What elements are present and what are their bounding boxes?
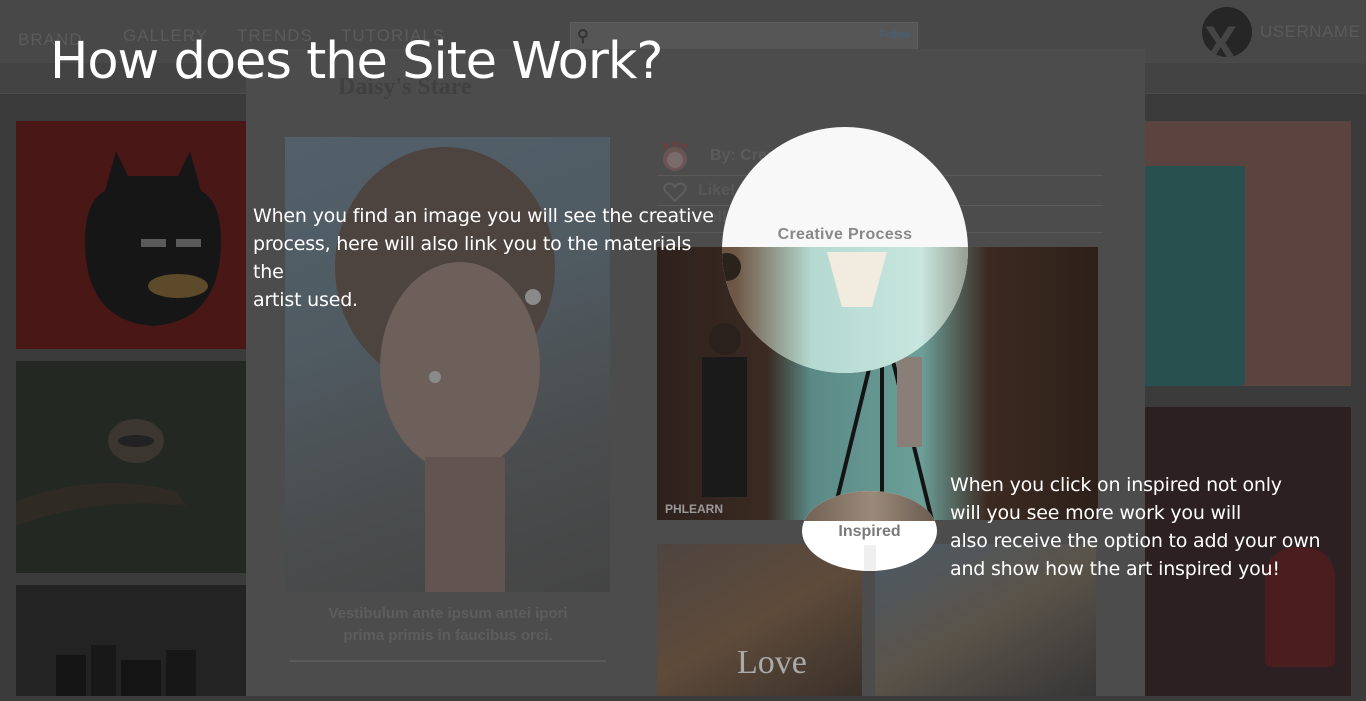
gallery-tile-phone[interactable] [1145, 121, 1351, 386]
gallery-tile-city[interactable] [16, 585, 246, 696]
gallery-tile-raccoon[interactable] [16, 361, 246, 573]
caption-divider [289, 660, 606, 662]
inspired-thumbnail-1[interactable]: Love [657, 544, 862, 696]
inspired-label[interactable]: Inspired [802, 523, 937, 541]
spotlight-studio-photo [722, 247, 968, 373]
creative-process-note: When you find an image you will see the … [253, 205, 714, 311]
phone-screen-image [1145, 166, 1245, 386]
heart-icon[interactable] [663, 181, 687, 203]
creative-process-label[interactable]: Creative Process [722, 226, 968, 244]
gallery-tile-batman[interactable] [16, 121, 246, 349]
search-follow-link[interactable]: Follow [879, 29, 911, 41]
inspired-note: When you click on inspired not only will… [950, 474, 1321, 580]
tutorial-headline: How does the Site Work? [50, 32, 663, 91]
artwork-caption: Vestibulum ante ipsum antei ipori prima … [290, 603, 606, 647]
raccoon-image [16, 419, 186, 526]
thumbnail-love-text: Love [737, 644, 807, 681]
caption-text: Vestibulum ante ipsum antei ipori prima … [328, 605, 568, 644]
like-button[interactable]: Like! [698, 182, 735, 200]
username[interactable]: USERNAME [1260, 22, 1360, 42]
studio-watermark: PHLEARN [665, 502, 724, 516]
inspired-spotlight[interactable]: Inspired [802, 491, 937, 571]
spotlight-studio-scene [722, 252, 887, 307]
inspired-divider [864, 545, 876, 571]
batman-mask-image [85, 151, 221, 326]
avatar-letter: X [1204, 16, 1238, 57]
spotlight-inspired-photo [802, 491, 937, 521]
creative-process-spotlight[interactable]: Creative Process [722, 127, 968, 373]
penguin-avatar-icon[interactable] [660, 141, 690, 173]
avatar[interactable]: X [1202, 7, 1252, 57]
city-skyline-image [56, 645, 196, 696]
